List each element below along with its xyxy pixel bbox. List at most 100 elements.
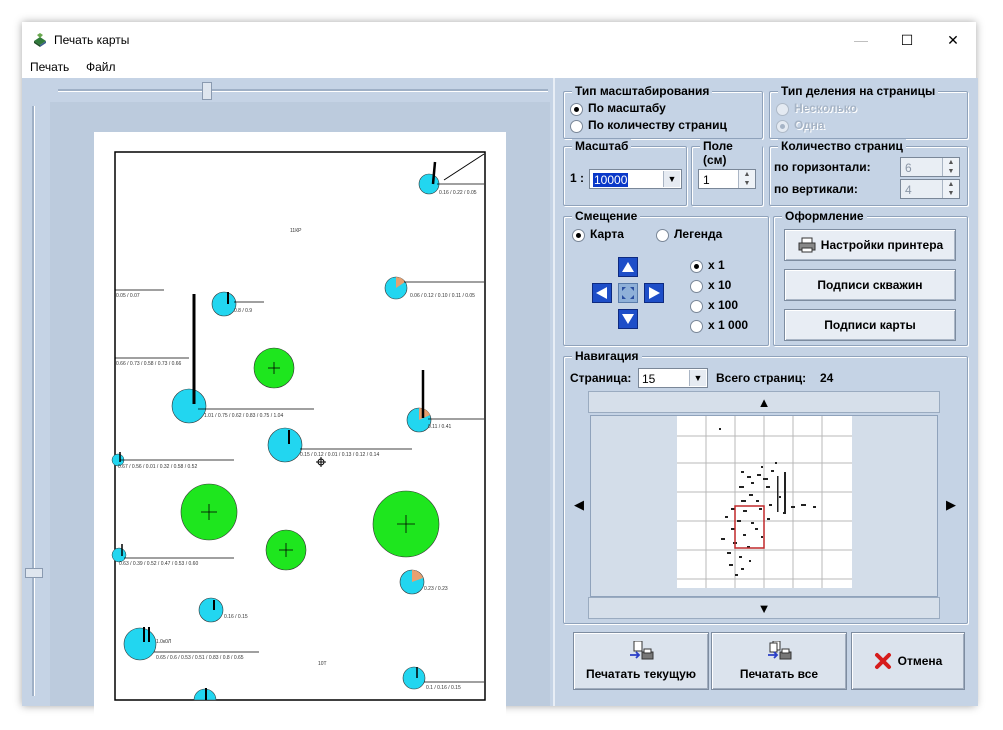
green-well-marker [265, 529, 307, 571]
well-labels-button[interactable]: Подписи скважин [784, 269, 956, 301]
cancel-button[interactable]: Отмена [851, 632, 965, 690]
total-pages-label: Всего страниц: [716, 371, 807, 385]
chevron-down-icon[interactable]: ▼ [663, 171, 680, 187]
page-value: 15 [642, 372, 656, 386]
radio-map-label: Карта [590, 227, 624, 241]
nav-left-button[interactable]: ◀ [568, 415, 590, 595]
menu-file[interactable]: Файл [86, 60, 116, 74]
well-label: 0.11 / 0.41 [428, 424, 451, 430]
division-type-title: Тип деления на страницы [778, 84, 939, 98]
vertical-slider-thumb[interactable] [25, 568, 43, 578]
step-label: x 1 000 [708, 318, 749, 332]
radio-by-scale-label: По масштабу [588, 101, 666, 115]
vertical-scroll-slider[interactable] [32, 106, 35, 696]
nav-up-button[interactable]: ▲ [588, 391, 940, 413]
map-label: 10Т [318, 661, 327, 667]
printer-settings-label: Настройки принтера [820, 238, 944, 252]
arrow-right-icon [649, 287, 660, 299]
well-label: 1.01 / 0.75 / 0.62 / 0.83 / 0.75 / 1.04 [204, 413, 283, 419]
cancel-x-icon [874, 653, 891, 669]
margin-spinbox[interactable]: 1 ▲ ▼ [698, 169, 756, 189]
chevron-down-icon[interactable]: ▼ [689, 370, 706, 386]
radio-legend[interactable] [656, 229, 669, 242]
spin-arrows-icon[interactable]: ▲ ▼ [738, 170, 755, 188]
scale-type-title: Тип масштабирования [572, 84, 713, 98]
offset-group: Смещение Карта Легенда x 1 x 10 x 100 x … [563, 209, 769, 346]
well-labels-label: Подписи скважин [817, 278, 923, 292]
page-combobox[interactable]: 15 ▼ [638, 368, 708, 388]
vertical-spinbox[interactable]: 4 ▲ ▼ [900, 179, 960, 199]
page-count-title: Количество страниц [778, 139, 906, 153]
step-label: x 100 [708, 298, 739, 312]
offset-title: Смещение [572, 209, 641, 223]
green-well-marker [372, 490, 440, 558]
scale-value: 10000 [593, 173, 629, 187]
well-label: 0.65 / 0.6 / 0.53 / 0.51 / 0.83 / 0.8 / … [156, 655, 244, 661]
horizontal-label: по горизонтали: [774, 160, 871, 174]
navigation-minimap[interactable] [590, 415, 938, 597]
maximize-button[interactable]: ☐ [884, 22, 930, 58]
triangle-right-icon: ▶ [946, 497, 956, 512]
step-label: x 10 [708, 278, 732, 292]
center-arrows-icon [622, 287, 634, 299]
move-right-button[interactable] [644, 283, 664, 303]
radio-step-1[interactable] [690, 260, 703, 273]
close-button[interactable]: ✕ [930, 22, 976, 58]
move-up-button[interactable] [618, 257, 638, 277]
well-label: 0.63 / 0.39 / 0.52 / 0.47 / 0.53 / 0.60 [119, 561, 198, 567]
nav-right-button[interactable]: ▶ [940, 415, 962, 595]
arrow-down-icon [622, 314, 634, 324]
scale-title: Масштаб [572, 139, 632, 153]
minimize-icon: — [854, 32, 868, 48]
horizontal-scroll-slider[interactable] [58, 89, 548, 92]
radio-map[interactable] [572, 229, 585, 242]
map-labels-button[interactable]: Подписи карты [784, 309, 956, 341]
well-label: 0.8 / 0.9 [234, 308, 252, 314]
well-marker [198, 597, 224, 623]
design-group: Оформление Настройки принтера Подписи ск… [773, 209, 968, 346]
radio-step-100[interactable] [690, 300, 703, 313]
app-icon [34, 33, 46, 47]
green-well-marker [253, 347, 295, 389]
well-marker [406, 370, 484, 433]
move-left-button[interactable] [592, 283, 612, 303]
minimize-button[interactable]: — [838, 22, 884, 58]
horizontal-slider-thumb[interactable] [202, 82, 212, 100]
close-icon: ✕ [947, 31, 959, 48]
radio-by-pages[interactable] [570, 120, 583, 133]
print-map-window: Печать карты — ☐ ✕ Печать Файл 0.16 / 0.… [22, 22, 978, 722]
radio-by-scale[interactable] [570, 103, 583, 116]
step-label: x 1 [708, 258, 725, 272]
move-down-button[interactable] [618, 309, 638, 329]
total-pages-value: 24 [820, 371, 834, 385]
well-label: 0.1 / 0.16 / 0.15 [426, 685, 461, 691]
spin-arrows-icon[interactable]: ▲ ▼ [942, 180, 959, 198]
vertical-value: 4 [905, 183, 912, 197]
radio-several-label: Несколько [794, 101, 857, 115]
design-title: Оформление [782, 209, 867, 223]
center-button[interactable] [618, 283, 638, 303]
maximize-icon: ☐ [900, 31, 914, 48]
radio-step-1000[interactable] [690, 320, 703, 333]
radio-several[interactable] [776, 103, 789, 116]
preview-panel: 0.16 / 0.22 / 0.05 11КР 0.06 / 0.12 / 0.… [22, 78, 552, 722]
print-all-button[interactable]: Печатать все [711, 632, 847, 690]
well-label: 0.06 / 0.12 / 0.10 / 0.11 / 0.05 [410, 293, 475, 299]
print-current-label: Печатать текущую [585, 667, 697, 681]
radio-step-10[interactable] [690, 280, 703, 293]
print-current-button[interactable]: Печатать текущую [573, 632, 709, 690]
scale-group: Масштаб 1 : 10000 ▼ [563, 139, 687, 206]
menu-print[interactable]: Печать [30, 60, 69, 74]
well-label: 0.23 / 0.23 [424, 586, 448, 592]
printer-settings-button[interactable]: Настройки принтера [784, 229, 956, 261]
well-marker [399, 569, 425, 595]
vertical-label: по вертикали: [774, 182, 858, 196]
radio-one[interactable] [776, 120, 789, 133]
client-area: 0.16 / 0.22 / 0.05 11КР 0.06 / 0.12 / 0.… [22, 78, 978, 722]
nav-down-button[interactable]: ▼ [588, 597, 940, 619]
preview-page[interactable]: 0.16 / 0.22 / 0.05 11КР 0.06 / 0.12 / 0.… [94, 132, 506, 722]
minimap-canvas [677, 416, 852, 588]
spin-arrows-icon[interactable]: ▲ ▼ [942, 158, 959, 176]
scale-combobox[interactable]: 10000 ▼ [589, 169, 682, 189]
horizontal-spinbox[interactable]: 6 ▲ ▼ [900, 157, 960, 177]
